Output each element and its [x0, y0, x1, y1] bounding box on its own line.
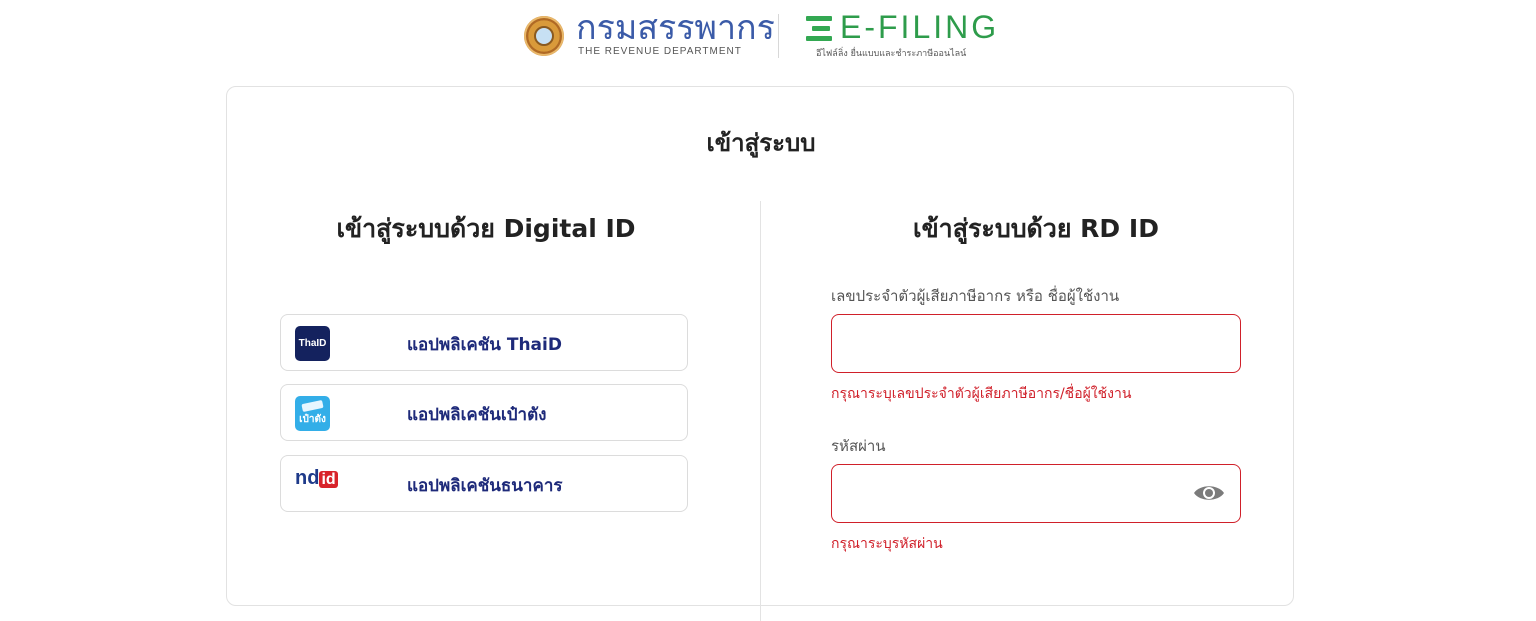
- rd-logo-name: กรมสรรพากร: [576, 9, 775, 47]
- bank-app-button[interactable]: nd id แอปพลิเคชันธนาคาร: [280, 455, 688, 512]
- paotang-icon: เป๋าตัง: [295, 396, 330, 431]
- revenue-department-logo[interactable]: กรมสรรพากร THE REVENUE DEPARTMENT: [524, 10, 784, 60]
- login-title: เข้าสู่ระบบ: [706, 129, 816, 157]
- eye-icon[interactable]: [1193, 483, 1225, 503]
- header-divider: [778, 14, 779, 58]
- password-input[interactable]: [831, 464, 1241, 523]
- password-label: รหัสผ่าน: [831, 437, 886, 455]
- thaid-app-label: แอปพลิเคชัน ThaiD: [407, 335, 562, 355]
- ndid-icon: nd id: [295, 467, 347, 502]
- efiling-logo[interactable]: E-FILING อีไฟล์ลิ่ง ยื่นแบบและชำระภาษีออ…: [806, 9, 1006, 59]
- rd-id-title: เข้าสู่ระบบด้วย RD ID: [913, 214, 1159, 243]
- paotang-icon-text: เป๋าตัง: [299, 414, 326, 425]
- thaid-app-button[interactable]: ThaID แอปพลิเคชัน ThaiD: [280, 314, 688, 371]
- username-input[interactable]: [831, 314, 1241, 373]
- bank-app-label: แอปพลิเคชันธนาคาร: [407, 476, 563, 496]
- password-error: กรุณาระบุรหัสผ่าน: [831, 536, 943, 552]
- login-card: เข้าสู่ระบบ เข้าสู่ระบบด้วย Digital ID T…: [226, 86, 1294, 621]
- column-divider: [760, 201, 761, 621]
- username-error: กรุณาระบุเลขประจำตัวผู้เสียภาษีอากร/ชื่อ…: [831, 386, 1132, 402]
- paotang-app-button[interactable]: เป๋าตัง แอปพลิเคชันเป๋าตัง: [280, 384, 688, 441]
- efiling-name: E-FILING: [840, 9, 1000, 45]
- username-label: เลขประจำตัวผู้เสียภาษีอากร หรือ ชื่อผู้ใ…: [831, 287, 1120, 305]
- digital-id-title: เข้าสู่ระบบด้วย Digital ID: [336, 214, 636, 243]
- efiling-mark-icon: [806, 16, 836, 42]
- paotang-app-label: แอปพลิเคชันเป๋าตัง: [407, 405, 547, 425]
- revenue-seal-icon: [524, 16, 564, 56]
- rd-logo-subtitle: THE REVENUE DEPARTMENT: [578, 46, 742, 57]
- efiling-subtitle: อีไฟล์ลิ่ง ยื่นแบบและชำระภาษีออนไลน์: [816, 49, 967, 59]
- thaid-icon: ThaID: [295, 326, 330, 361]
- site-header: กรมสรรพากร THE REVENUE DEPARTMENT E-FILI…: [0, 0, 1536, 66]
